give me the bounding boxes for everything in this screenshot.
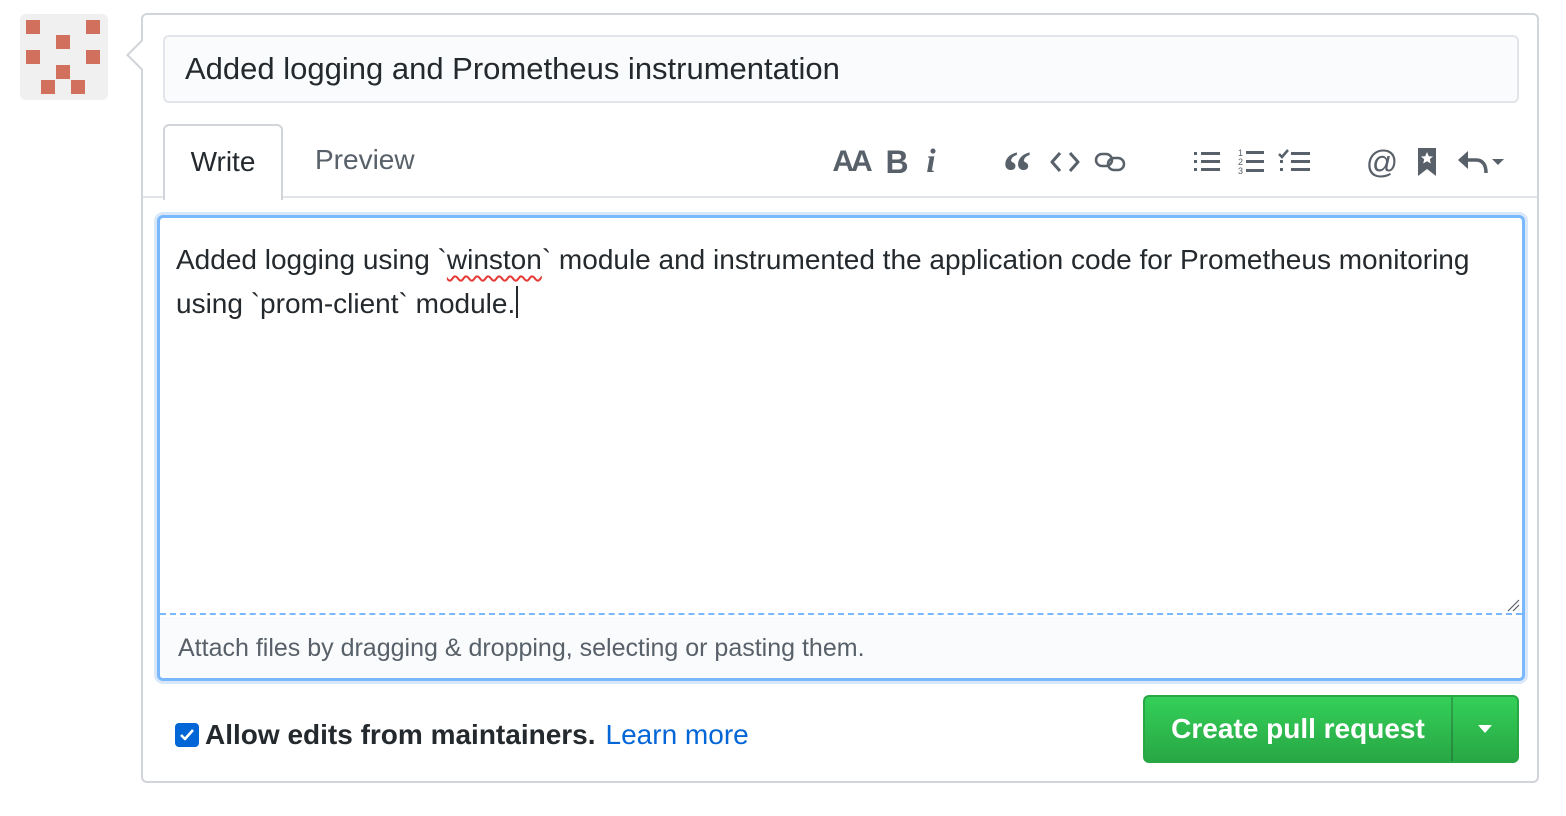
editor-tabbar: Write Preview AA B i “ 1 2 3 @ [143,122,1537,201]
resize-handle-icon[interactable] [1506,598,1520,612]
saved-reply-icon[interactable] [1415,142,1439,182]
allow-edits-checkbox[interactable] [175,723,199,747]
svg-text:3: 3 [1238,166,1243,176]
attach-files-bar[interactable]: Attach files by dragging & dropping, sel… [160,617,1522,678]
bold-icon[interactable]: B [883,142,911,182]
mention-icon[interactable]: @ [1365,142,1399,182]
unordered-list-icon[interactable] [1193,142,1221,182]
misspelled-word: winston [446,244,542,275]
link-icon[interactable] [1093,142,1127,182]
caret-down-icon [1478,725,1492,733]
create-pr-button-group: Create pull request [1143,695,1519,763]
tab-preview[interactable]: Preview [315,124,445,198]
code-icon[interactable] [1049,142,1081,182]
italic-icon[interactable]: i [921,142,941,182]
allow-edits-label[interactable]: Allow edits from maintainers. [205,719,596,751]
check-icon [180,729,194,741]
ordered-list-icon[interactable]: 1 2 3 [1237,142,1265,182]
pull-request-form: Write Preview AA B i “ [126,13,1539,783]
tab-write[interactable]: Write [163,124,283,200]
allow-edits-row: Allow edits from maintainers. Learn more [175,715,749,755]
pr-body-textarea[interactable]: Added logging using `winston` module and… [160,218,1522,615]
task-list-icon[interactable] [1277,142,1311,182]
text-cursor [516,286,519,318]
header-icon[interactable]: AA [831,142,872,182]
quote-icon[interactable]: “ [1001,142,1033,201]
learn-more-link[interactable]: Learn more [606,719,749,751]
reply-icon[interactable] [1455,142,1507,182]
create-pr-options-dropdown[interactable] [1453,697,1517,761]
create-pull-request-button[interactable]: Create pull request [1145,697,1453,761]
avatar[interactable] [20,14,108,100]
comment-editor: Added logging using `winston` module and… [157,215,1525,681]
pr-title-input[interactable] [163,35,1519,103]
